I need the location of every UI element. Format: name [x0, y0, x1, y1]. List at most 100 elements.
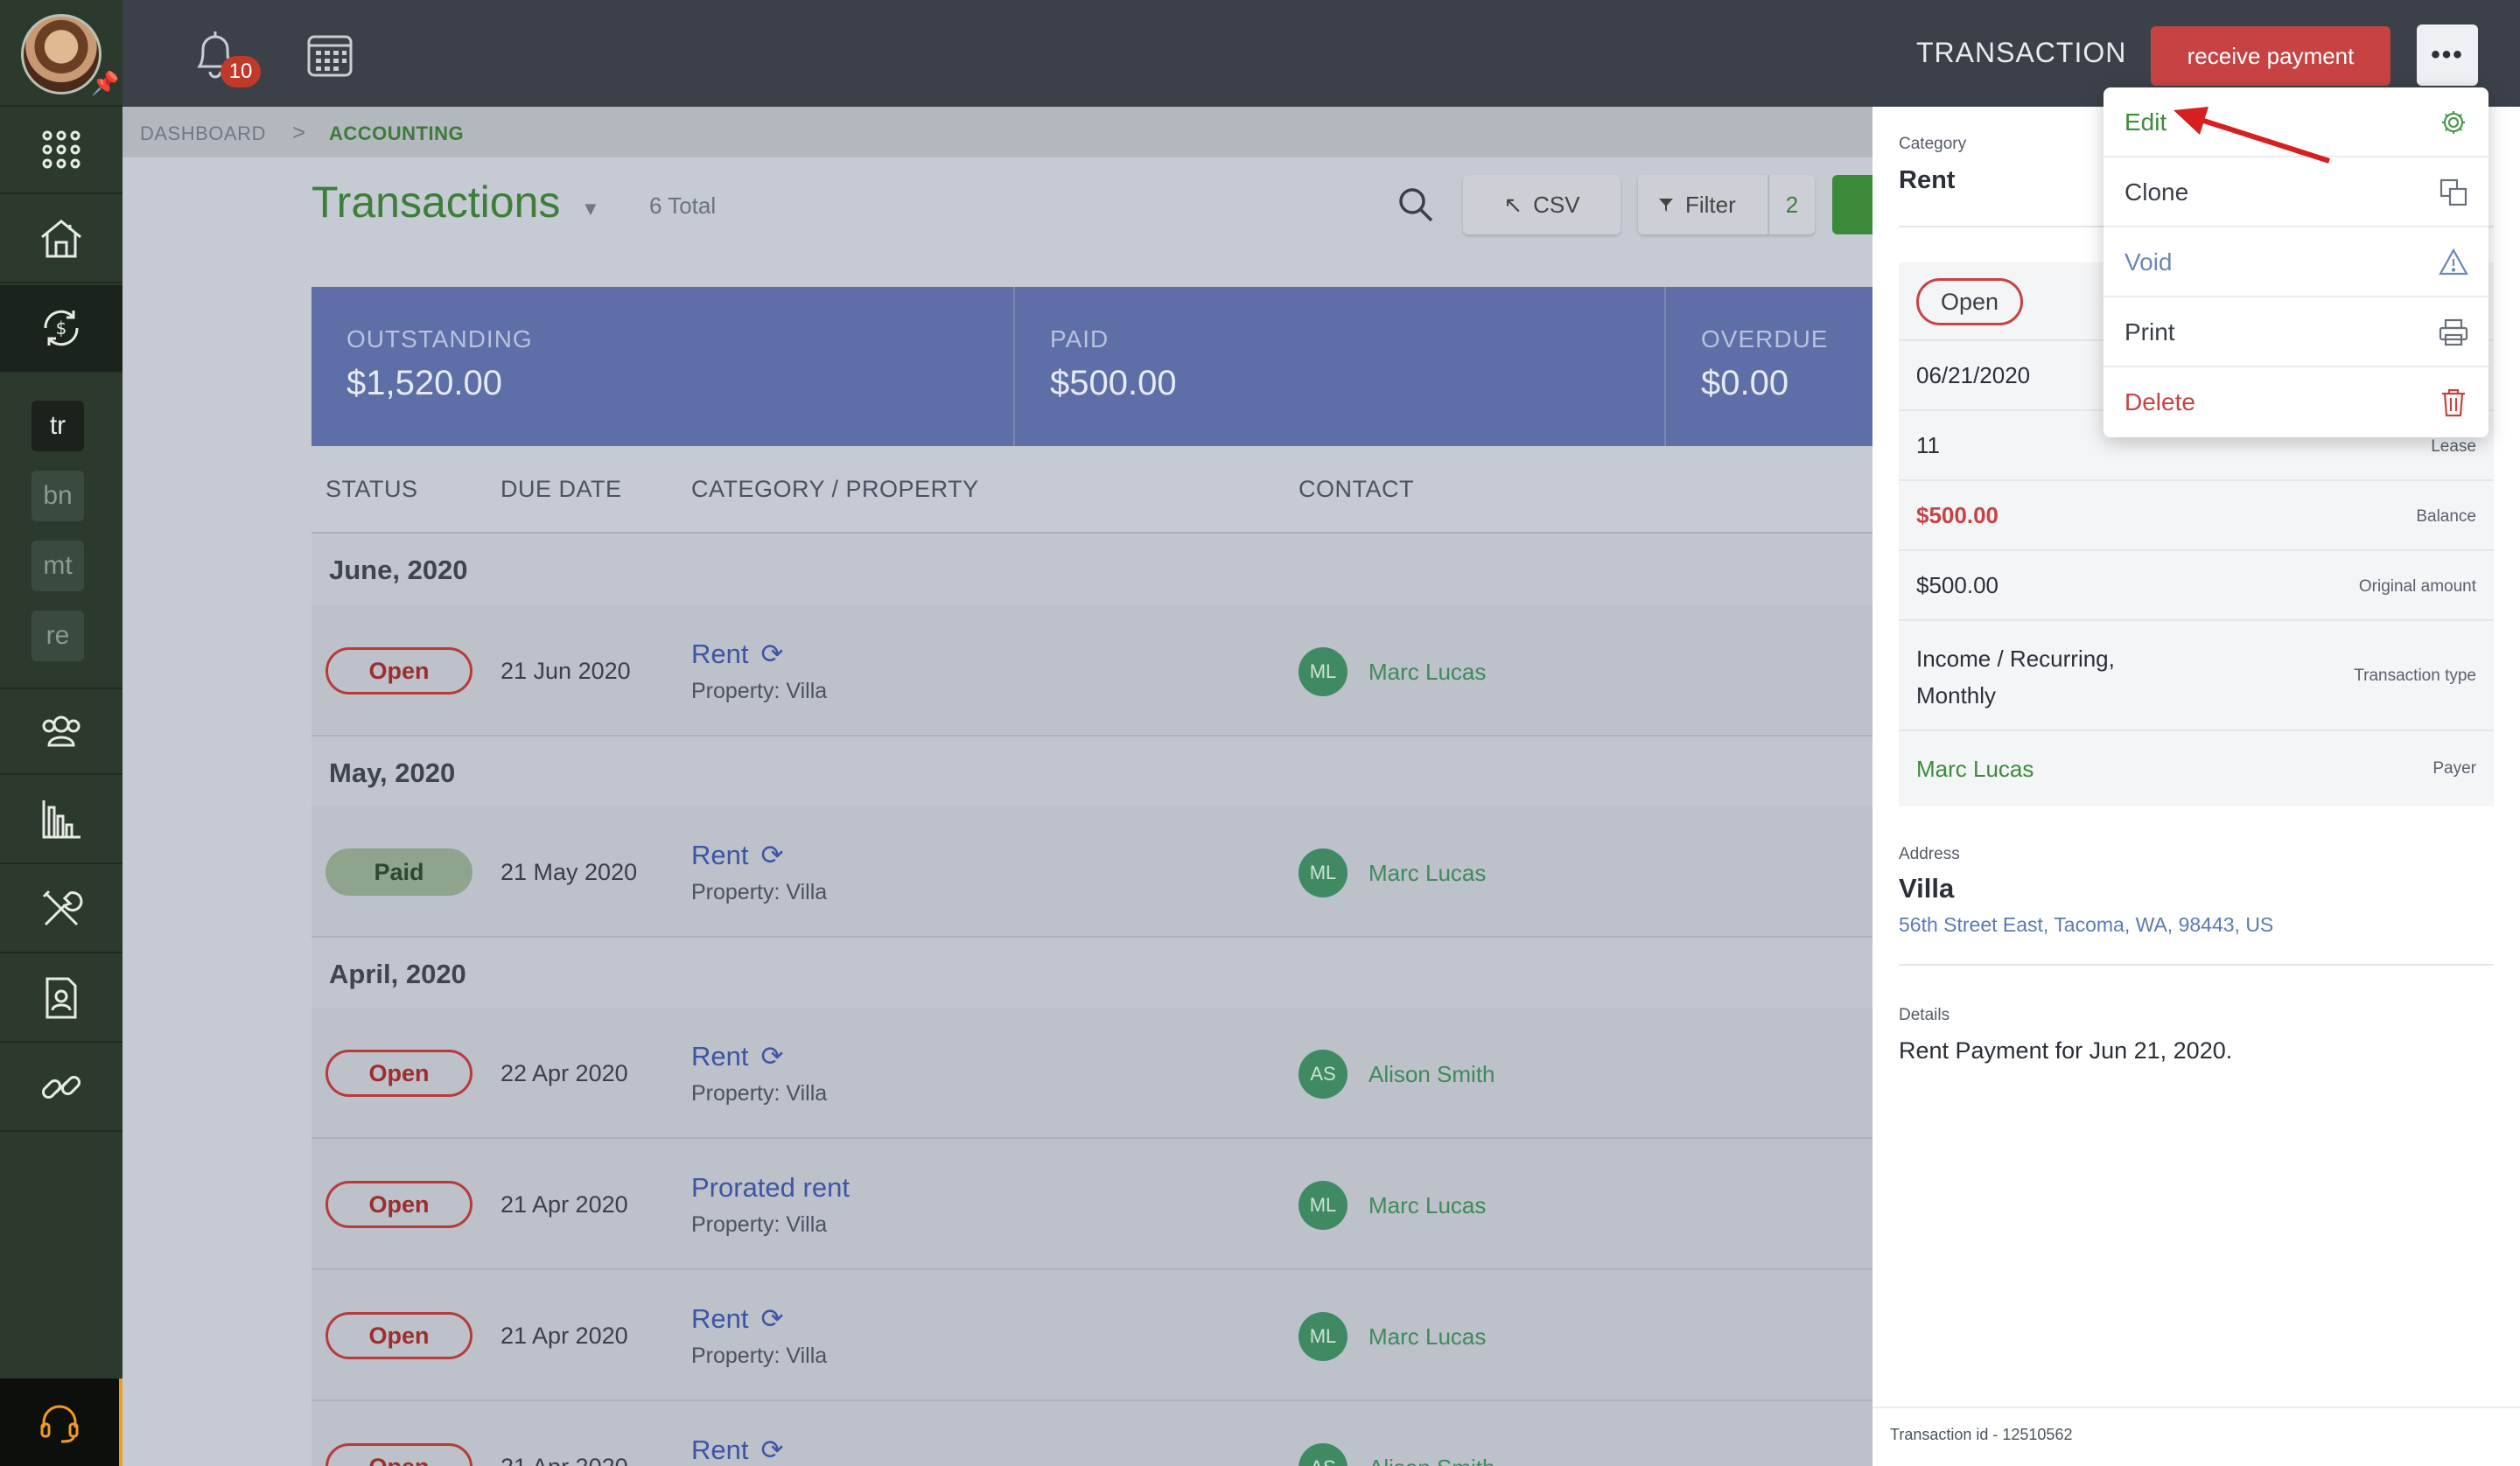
- filter-button[interactable]: Filter 2: [1638, 175, 1815, 234]
- accounting-nav[interactable]: $: [0, 285, 122, 373]
- bar-chart-icon: [42, 800, 80, 839]
- total-count: 6 Total: [649, 192, 717, 219]
- original-amount-label: Original amount: [2358, 577, 2476, 596]
- contact[interactable]: ML Marc Lucas: [1298, 848, 1486, 897]
- annotation-arrow-icon: [2174, 107, 2330, 164]
- menu-item-label: Clone: [2124, 178, 2189, 206]
- summary-outstanding[interactable]: OUTSTANDING $1,520.00: [312, 287, 1015, 446]
- column-due-date[interactable]: DUE DATE: [500, 476, 622, 503]
- contacts-nav[interactable]: [0, 688, 122, 775]
- summary-label: OUTSTANDING: [346, 325, 533, 353]
- table-row[interactable]: Open 21 Apr 2020 Rent ⟳ Property: Villa M…: [312, 1270, 1872, 1401]
- category-label: Category: [1899, 135, 1967, 153]
- table-row[interactable]: Open 22 Apr 2020 Rent ⟳ Property: Villa A…: [312, 1008, 1872, 1139]
- property-label: Property: Villa: [691, 1212, 828, 1237]
- contact-name: Marc Lucas: [1368, 859, 1487, 886]
- category-link[interactable]: Rent ⟳: [691, 1303, 783, 1335]
- contact[interactable]: ML Marc Lucas: [1298, 1181, 1486, 1230]
- transaction-type-value-2: Monthly: [1916, 682, 1997, 709]
- workspace-re[interactable]: re: [32, 611, 84, 661]
- category-label: Rent: [691, 840, 749, 870]
- table-row[interactable]: Open 21 Apr 2020 Rent ⟳ AS Alison Smith: [312, 1401, 1872, 1466]
- dollar-cycle-icon: $: [44, 310, 79, 346]
- caret-down-icon[interactable]: ▼: [581, 198, 600, 220]
- table-row[interactable]: Open 21 Jun 2020 Rent ⟳ Property: Villa M…: [312, 605, 1872, 736]
- search-icon[interactable]: [1396, 185, 1435, 224]
- recurring-icon: ⟳: [760, 1303, 784, 1334]
- contact[interactable]: ML Marc Lucas: [1298, 647, 1486, 696]
- category-link[interactable]: Rent ⟳: [691, 840, 783, 871]
- summary-overdue[interactable]: OVERDUE $0.00: [1666, 287, 1872, 446]
- original-amount-value: $500.00: [1916, 572, 1998, 598]
- support-button[interactable]: [0, 1379, 122, 1466]
- menu-item-label: Delete: [2124, 388, 2195, 415]
- payer-row[interactable]: Marc Lucas Payer: [1899, 731, 2494, 806]
- pin-icon[interactable]: 📌: [91, 70, 119, 97]
- summary-value: $0.00: [1701, 364, 1789, 402]
- category-link[interactable]: Prorated rent: [691, 1172, 850, 1204]
- properties-nav[interactable]: [0, 196, 122, 283]
- menu-item-void[interactable]: Void: [2104, 227, 2488, 297]
- group-label: April, 2020: [329, 959, 466, 989]
- column-category-property[interactable]: CATEGORY / PROPERTY: [691, 476, 979, 503]
- menu-item-label: Void: [2124, 248, 2173, 276]
- documents-nav[interactable]: [0, 955, 122, 1043]
- more-options-button[interactable]: •••: [2417, 24, 2478, 86]
- status-badge: Open: [326, 1181, 472, 1228]
- table-row[interactable]: Paid 21 May 2020 Rent ⟳ Property: Villa M…: [312, 806, 1872, 938]
- table-row[interactable]: Open 21 Apr 2020 Prorated rent Property:…: [312, 1139, 1872, 1270]
- receive-payment-button[interactable]: receive payment: [2151, 26, 2390, 86]
- workspace-tr[interactable]: tr: [32, 401, 84, 451]
- property-label: Property: Villa: [691, 1081, 828, 1106]
- house-icon: [41, 220, 81, 258]
- breadcrumb-accounting[interactable]: ACCOUNTING: [329, 122, 464, 145]
- maintenance-nav[interactable]: [0, 866, 122, 953]
- integrations-nav[interactable]: [0, 1044, 122, 1132]
- category-link[interactable]: Rent ⟳: [691, 1435, 783, 1466]
- printer-icon: [2439, 318, 2468, 346]
- contact-avatar: AS: [1298, 1443, 1348, 1466]
- group-label: May, 2020: [329, 757, 456, 788]
- column-contact[interactable]: CONTACT: [1298, 476, 1414, 503]
- details-value: Rent Payment for Jun 21, 2020.: [1899, 1037, 2233, 1064]
- avatar[interactable]: [21, 14, 102, 94]
- reports-nav[interactable]: [0, 777, 122, 864]
- page-title[interactable]: Transactions: [312, 177, 560, 227]
- breadcrumb-dashboard[interactable]: DASHBOARD: [140, 122, 266, 145]
- address-line[interactable]: 56th Street East, Tacoma, WA, 98443, US: [1899, 913, 2273, 937]
- menu-item-delete[interactable]: Delete: [2104, 367, 2488, 437]
- balance-label: Balance: [2416, 507, 2476, 526]
- filter-label: Filter: [1685, 191, 1736, 218]
- status-badge: Open: [326, 1050, 472, 1097]
- people-icon: [42, 716, 80, 747]
- category-link[interactable]: Rent ⟳: [691, 639, 783, 670]
- divider: [1872, 1407, 2520, 1408]
- contact-name: Alison Smith: [1368, 1060, 1495, 1087]
- lease-label: Lease: [2431, 437, 2476, 456]
- workspace-bn[interactable]: bn: [32, 471, 84, 521]
- svg-text:$: $: [56, 318, 67, 339]
- headset-icon: [40, 1405, 79, 1443]
- apps-grid-icon: [42, 130, 80, 169]
- trash-icon: [2442, 388, 2465, 417]
- contact[interactable]: ML Marc Lucas: [1298, 1312, 1486, 1361]
- workspace-mt[interactable]: mt: [32, 541, 84, 591]
- category-link[interactable]: Rent ⟳: [691, 1041, 783, 1072]
- export-csv-button[interactable]: ↖ CSV: [1463, 175, 1620, 234]
- contact-name: Marc Lucas: [1368, 1323, 1487, 1350]
- chevron-right-icon: >: [292, 119, 306, 145]
- apps-grid-nav[interactable]: [0, 107, 122, 194]
- summary-paid[interactable]: PAID $500.00: [1015, 287, 1666, 446]
- column-status[interactable]: STATUS: [326, 476, 418, 503]
- status-badge: Open: [1916, 278, 2023, 325]
- contact[interactable]: AS Alison Smith: [1298, 1443, 1495, 1466]
- due-date: 22 Apr 2020: [500, 1060, 628, 1086]
- notification-badge: 10: [220, 56, 261, 87]
- summary-band: OUTSTANDING $1,520.00 PAID $500.00 OVERD…: [312, 287, 1872, 446]
- calendar-icon[interactable]: [306, 31, 354, 79]
- contact[interactable]: AS Alison Smith: [1298, 1050, 1495, 1099]
- add-transaction-button[interactable]: [1832, 175, 1872, 234]
- recurring-icon: ⟳: [760, 1041, 784, 1072]
- menu-item-print[interactable]: Print: [2104, 297, 2488, 367]
- payer-value[interactable]: Marc Lucas: [1916, 756, 2034, 783]
